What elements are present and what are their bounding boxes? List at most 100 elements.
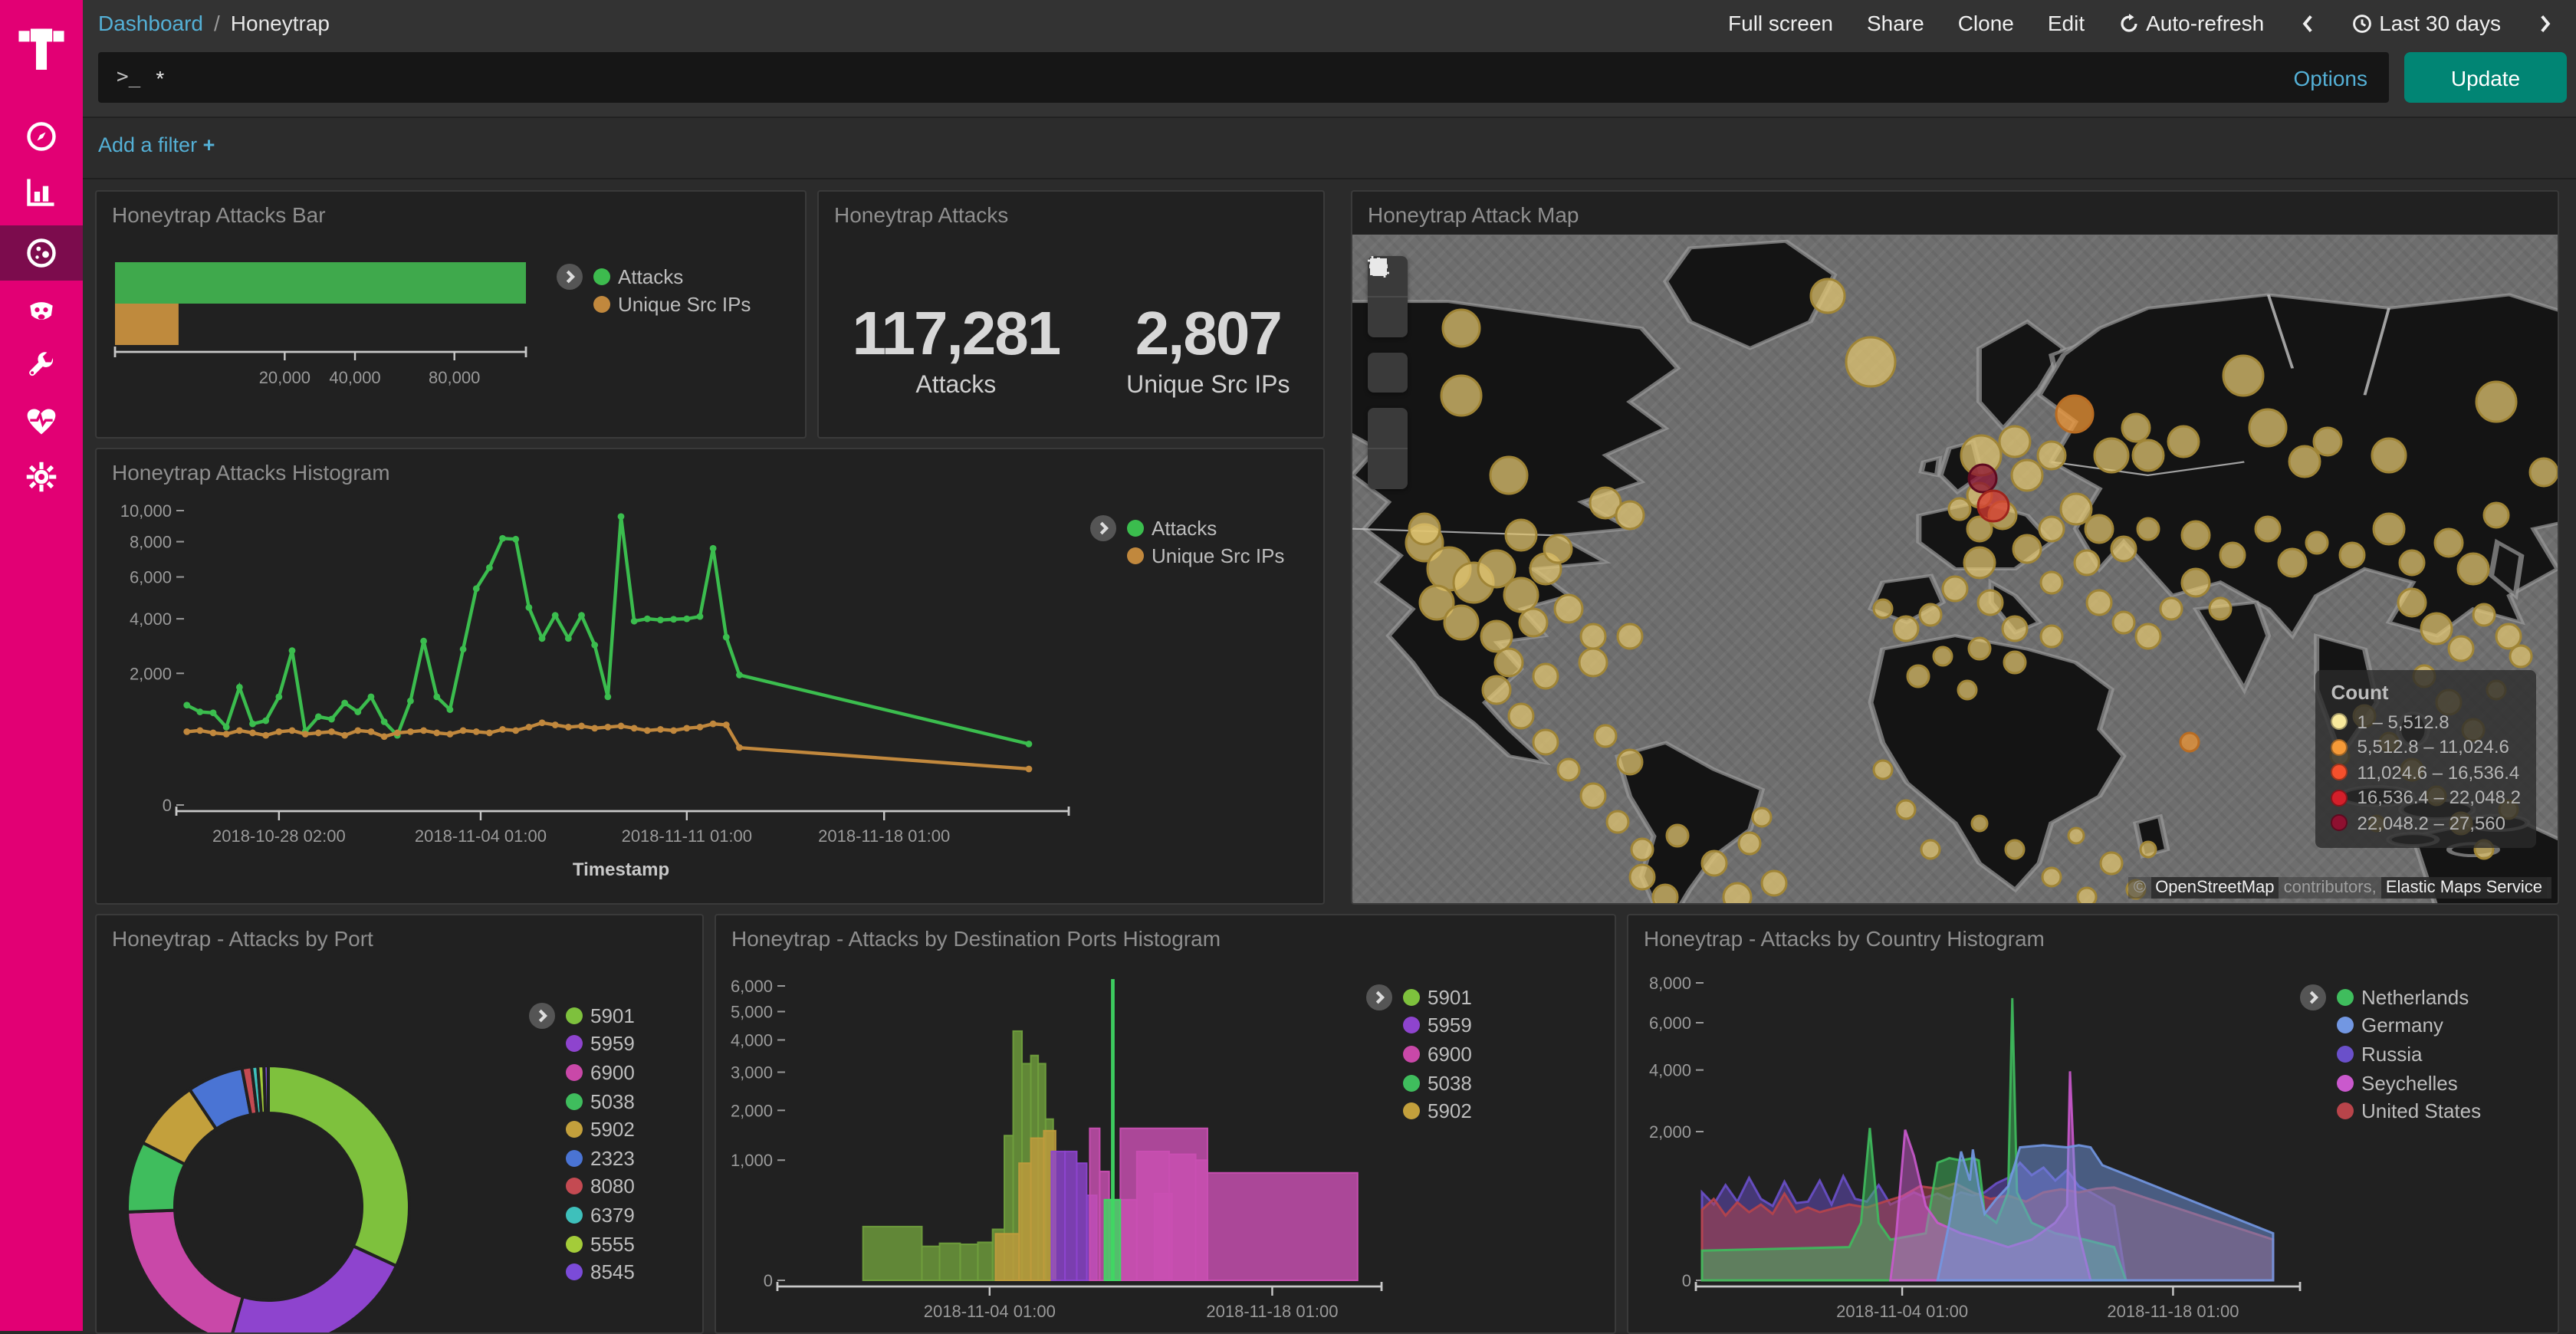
legend-item[interactable]: 8080 [566, 1172, 635, 1201]
attack-bubble[interactable] [1811, 279, 1845, 313]
attack-bubble[interactable] [2435, 529, 2463, 557]
sidebar-item-monitoring[interactable] [0, 394, 83, 449]
attack-bubble[interactable] [2041, 626, 2062, 647]
attack-bubble[interactable] [1999, 426, 2030, 457]
attack-bubble[interactable] [1618, 624, 1642, 649]
attack-bubble[interactable] [1702, 851, 1727, 876]
dest-ports-bar-chart[interactable]: 01,0002,0003,0004,0005,0006,0002018-11-0… [716, 955, 1615, 1332]
attack-bubble[interactable] [1504, 578, 1538, 612]
openstreetmap-link[interactable]: OpenStreetMap [2150, 877, 2279, 899]
fit-bounds-button[interactable] [1368, 353, 1408, 393]
clone-button[interactable]: Clone [1958, 11, 2014, 35]
attack-bubble[interactable] [2133, 440, 2164, 471]
legend-item[interactable]: United States [2337, 1097, 2481, 1125]
draw-polygon-button[interactable] [1368, 408, 1408, 448]
attack-bubble[interactable] [1969, 465, 1996, 492]
edit-button[interactable]: Edit [2048, 11, 2085, 35]
legend-expander-icon[interactable] [2300, 984, 2326, 1010]
donut-slice-8545[interactable] [264, 1066, 268, 1113]
donut-slice-6900[interactable] [127, 1211, 243, 1332]
sidebar-item-apm[interactable] [0, 284, 83, 339]
legend-item[interactable]: Germany [2337, 1011, 2481, 1040]
attack-bubble[interactable] [1907, 665, 1929, 687]
legend-item[interactable]: 6900 [1403, 1040, 1472, 1068]
attack-bubble[interactable] [1533, 730, 1558, 754]
attacks-line-chart[interactable]: 02,0004,0006,0008,00010,0002018-10-28 02… [97, 489, 1090, 900]
attack-bubble[interactable] [2041, 572, 2062, 593]
time-back-button[interactable] [2298, 13, 2318, 33]
share-button[interactable]: Share [1867, 11, 1924, 35]
attack-bubble[interactable] [2075, 550, 2099, 575]
attack-bubble[interactable] [1481, 621, 1512, 652]
attack-bubble[interactable] [2087, 590, 2111, 615]
attack-bubble[interactable] [2068, 828, 2084, 843]
breadcrumb-dashboard-link[interactable]: Dashboard [98, 11, 203, 35]
legend-expander-icon[interactable] [1090, 515, 1116, 541]
attack-bubble[interactable] [2421, 613, 2452, 644]
attack-bubble[interactable] [1495, 649, 1523, 676]
attack-bubble[interactable] [1943, 577, 1967, 601]
attack-bubble[interactable] [1874, 600, 1892, 618]
attack-bubble[interactable] [2449, 636, 2473, 661]
attack-bubble[interactable] [2256, 517, 2280, 541]
attack-bubble[interactable] [2372, 439, 2406, 472]
attack-bubble[interactable] [2374, 514, 2404, 544]
legend-item[interactable]: 5555 [566, 1230, 635, 1258]
sidebar-item-visualize[interactable] [0, 164, 83, 219]
attack-bubble[interactable] [2101, 853, 2122, 874]
donut-slice-5901[interactable] [268, 1066, 409, 1266]
attack-bubble[interactable] [2398, 589, 2426, 616]
legend-item[interactable]: 2323 [566, 1144, 635, 1172]
attack-bubble[interactable] [1846, 337, 1895, 386]
attack-bubble[interactable] [2160, 598, 2182, 619]
legend-item[interactable]: 5901 [566, 1001, 635, 1030]
auto-refresh-button[interactable]: Auto-refresh [2118, 11, 2264, 35]
attack-bubble[interactable] [2122, 414, 2150, 442]
attack-bubble[interactable] [1441, 376, 1481, 416]
attack-bubble[interactable] [2095, 439, 2128, 472]
attack-bubble[interactable] [2530, 458, 2558, 486]
query-options-link[interactable]: Options [2294, 52, 2368, 103]
attack-bubble[interactable] [1920, 604, 1941, 626]
world-map[interactable]: Count 1 – 5,512.85,512.8 – 11,024.611,02… [1352, 235, 2558, 903]
attack-bubble[interactable] [2056, 396, 2093, 432]
legend-expander-icon[interactable] [1366, 984, 1392, 1010]
attack-bubble[interactable] [2006, 840, 2024, 859]
attack-bubble[interactable] [1409, 514, 1440, 544]
attack-bubble[interactable] [1581, 784, 1605, 808]
legend-item[interactable]: 5038 [566, 1087, 635, 1116]
attack-bubble[interactable] [1874, 761, 1892, 779]
attack-bubble[interactable] [1949, 498, 1970, 520]
attack-bubble[interactable] [1630, 865, 1654, 889]
attack-bubble[interactable] [1490, 457, 1527, 494]
legend-item[interactable]: 6379 [566, 1201, 635, 1229]
attack-bubble[interactable] [1579, 649, 1607, 676]
attack-bubble[interactable] [2484, 503, 2509, 527]
attack-bubble[interactable] [1739, 833, 1760, 854]
attack-bubble[interactable] [2496, 624, 2521, 649]
donut-slice-5959[interactable] [230, 1246, 396, 1332]
attacks-bar-chart[interactable]: 20,00040,00080,000 [109, 241, 569, 428]
attack-bubble[interactable] [2003, 616, 2027, 641]
attack-bubble[interactable] [1631, 839, 1653, 860]
full-screen-button[interactable]: Full screen [1728, 11, 1833, 35]
attack-bubble[interactable] [2314, 428, 2341, 455]
attack-bubble[interactable] [2510, 646, 2532, 667]
add-filter-link[interactable]: Add a filter + [98, 133, 215, 156]
attack-bubble[interactable] [1978, 491, 2009, 521]
attack-bubble[interactable] [2012, 460, 2042, 491]
attack-bubble[interactable] [2458, 554, 2489, 584]
legend-item[interactable]: 5038 [1403, 1069, 1472, 1097]
search-input[interactable]: >_ * Options [98, 52, 2389, 103]
attack-bubble[interactable] [1978, 590, 2003, 615]
attack-bubble[interactable] [2220, 543, 2245, 567]
legend-item[interactable]: Attacks [593, 262, 751, 291]
attack-bubble[interactable] [1558, 759, 1579, 780]
attack-bubble[interactable] [2078, 888, 2096, 903]
attack-bubble[interactable] [2279, 549, 2306, 577]
attack-bubble[interactable] [2042, 868, 2061, 886]
elastic-maps-service-link[interactable]: Elastic Maps Service [2381, 877, 2547, 899]
legend-expander-icon[interactable] [529, 1003, 555, 1029]
legend-item[interactable]: 5902 [566, 1116, 635, 1144]
legend-item[interactable]: Unique Src IPs [1127, 542, 1284, 570]
